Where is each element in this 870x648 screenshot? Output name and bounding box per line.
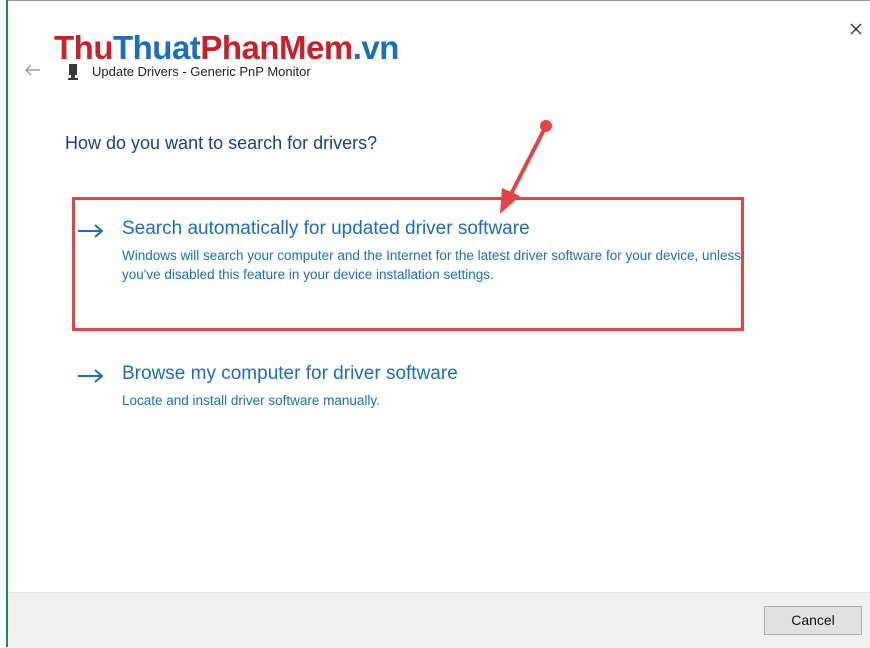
right-arrow-icon [78, 224, 104, 238]
search-automatically-option[interactable]: Search automatically for updated driver … [76, 218, 741, 318]
cancel-button[interactable]: Cancel [764, 606, 862, 635]
back-button[interactable] [22, 59, 44, 81]
window-left-edge [0, 0, 8, 647]
back-arrow-icon [25, 64, 40, 76]
option-description: Windows will search your computer and th… [122, 248, 742, 282]
option-title: Browse my computer for driver software [122, 363, 458, 384]
dialog-footer [8, 592, 870, 648]
watermark-logo: ThuThuatPhanMem.vn [53, 29, 401, 66]
close-button[interactable] [844, 17, 868, 41]
page-heading: How do you want to search for drivers? [65, 133, 378, 153]
option-description: Locate and install driver software manua… [122, 393, 380, 408]
watermark-part-4: .vn [352, 29, 401, 66]
update-drivers-dialog: Update Drivers - Generic PnP Monitor Thu… [8, 1, 870, 648]
browse-computer-option[interactable]: Browse my computer for driver software L… [76, 363, 736, 423]
option-title: Search automatically for updated driver … [122, 218, 530, 239]
watermark-part-1: Thu [53, 29, 114, 66]
right-arrow-icon [78, 369, 104, 383]
close-icon [850, 23, 862, 35]
watermark-part-2: Thuat [112, 29, 202, 66]
watermark-part-3: PhanMem [199, 29, 354, 66]
window-title: Update Drivers - Generic PnP Monitor [92, 64, 311, 79]
